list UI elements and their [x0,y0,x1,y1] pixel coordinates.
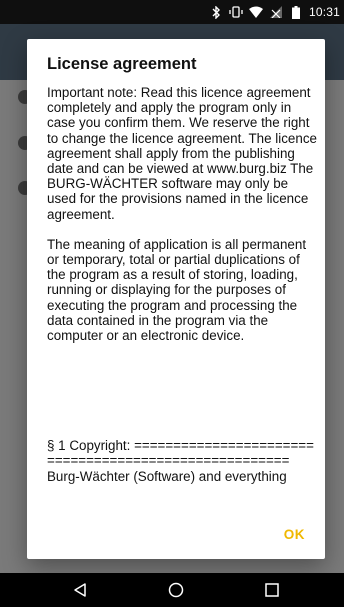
signal-icon [269,5,283,19]
copyright-line: § 1 Copyright: =========================… [47,438,314,469]
license-paragraph: Important note: Read this licence agreem… [47,85,317,222]
license-dialog: License agreement Important note: Read t… [27,39,325,559]
ok-button[interactable]: OK [284,527,305,542]
battery-icon [289,5,303,19]
status-icons: 10:31 [209,3,340,21]
status-bar: 10:31 [0,0,344,24]
vibrate-icon [229,5,243,19]
bluetooth-icon [209,5,223,19]
license-paragraph: The meaning of application is all perman… [47,236,307,344]
status-time: 10:31 [308,5,340,19]
recents-icon[interactable] [261,579,283,601]
wifi-icon [248,5,263,19]
home-icon[interactable] [165,579,187,601]
license-text[interactable]: Important note: Read this licence agreem… [47,85,319,541]
dialog-title: License agreement [47,55,197,73]
back-icon[interactable] [69,579,91,601]
navigation-bar [0,573,344,607]
scroll-fade [27,479,325,549]
